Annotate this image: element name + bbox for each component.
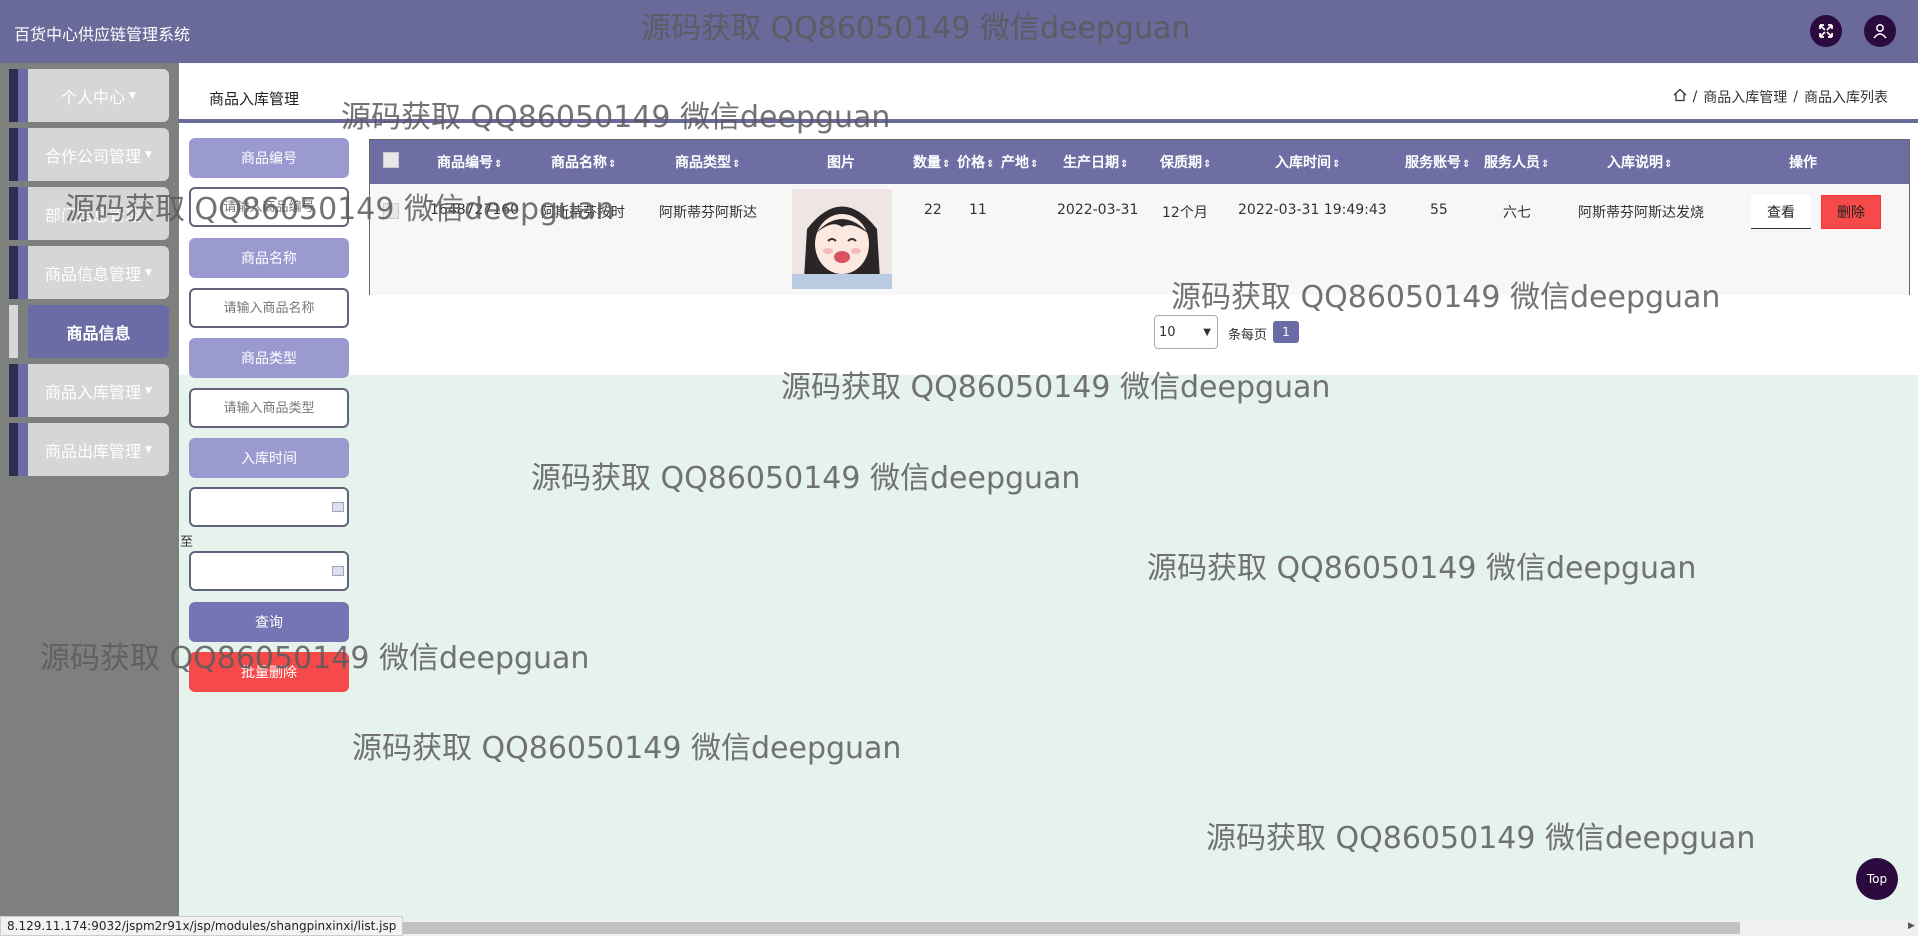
content-header: 商品入库管理 / 商品入库管理 / 商品入库列表 <box>179 63 1918 123</box>
column-header: 操作 <box>1789 155 1817 171</box>
caret-down-icon: ▼ <box>145 149 152 160</box>
scroll-right-icon[interactable]: ▶ <box>1908 921 1915 931</box>
stock-in-time-label: 入库时间 <box>189 438 349 478</box>
back-to-top-button[interactable]: Top <box>1856 858 1898 900</box>
fullscreen-icon[interactable] <box>1810 15 1842 47</box>
cell-type: 阿斯蒂芬阿斯达 <box>659 205 757 221</box>
caret-down-icon: ▼ <box>145 267 152 278</box>
sidebar-item-product-info[interactable]: 商品信息 <box>9 305 169 358</box>
product-type-input[interactable] <box>189 388 349 428</box>
watermark: 源码获取 QQ86050149 微信deepguan <box>352 731 902 766</box>
watermark: 源码获取 QQ86050149 微信deepguan <box>1147 551 1697 586</box>
sidebar-item-label: 部门信息管理 <box>45 205 142 225</box>
start-date-input[interactable] <box>189 487 349 527</box>
column-header: 图片 <box>827 155 855 171</box>
column-header[interactable]: 入库说明⇕ <box>1607 152 1672 172</box>
status-url: 8.129.11.174:9032/jspm2r91x/jsp/modules/… <box>0 916 404 936</box>
select-all-checkbox[interactable] <box>383 152 399 168</box>
watermark: 源码获取 QQ86050149 微信deepguan <box>531 461 1081 496</box>
batch-delete-button[interactable]: 批量删除 <box>189 652 349 692</box>
sidebar-item-stock-out[interactable]: 商品出库管理 ▼ <box>9 423 169 476</box>
breadcrumb-item[interactable]: 商品入库管理 <box>1703 87 1787 107</box>
cell-prod-date: 2022-03-31 <box>1057 202 1139 218</box>
column-header[interactable]: 入库时间⇕ <box>1275 152 1340 172</box>
column-header[interactable]: 数量⇕ <box>913 152 950 172</box>
cell-qty: 22 <box>924 202 942 218</box>
sidebar-item-personal-center[interactable]: 个人中心 ▼ <box>9 69 169 122</box>
cell-account: 55 <box>1430 202 1448 218</box>
product-name-input[interactable] <box>189 288 349 328</box>
column-header[interactable]: 价格⇕ <box>957 152 994 172</box>
column-header[interactable]: 商品名称⇕ <box>551 152 616 172</box>
sidebar-item-label: 商品入库管理 <box>45 382 142 402</box>
sidebar-item-label: 商品出库管理 <box>45 441 142 461</box>
sidebar-item-department[interactable]: 部门信息管理 ▼ <box>9 187 169 240</box>
row-checkbox[interactable] <box>383 203 399 219</box>
sidebar-item-label: 个人中心 <box>61 87 126 107</box>
product-name-label: 商品名称 <box>189 238 349 278</box>
table-row <box>370 184 1909 295</box>
scrollbar-thumb[interactable] <box>380 922 1740 934</box>
product-code-input[interactable] <box>189 187 349 227</box>
page-button-current[interactable]: 1 <box>1273 321 1299 343</box>
caret-down-icon: ▼ <box>145 385 152 396</box>
chevron-down-icon: ▼ <box>1203 326 1211 338</box>
cell-shelf-life: 12个月 <box>1162 205 1208 221</box>
view-button[interactable]: 查看 <box>1751 195 1811 229</box>
cell-staff: 六七 <box>1503 205 1531 221</box>
calendar-icon[interactable] <box>332 566 344 576</box>
calendar-icon[interactable] <box>332 502 344 512</box>
column-header[interactable]: 商品编号⇕ <box>437 152 502 172</box>
sidebar-item-stock-in[interactable]: 商品入库管理 ▼ <box>9 364 169 417</box>
column-header[interactable]: 服务人员⇕ <box>1484 152 1549 172</box>
sidebar-item-partner-company[interactable]: 合作公司管理 ▼ <box>9 128 169 181</box>
caret-down-icon: ▼ <box>145 444 152 455</box>
column-header[interactable]: 保质期⇕ <box>1160 152 1211 172</box>
sidebar-item-label: 商品信息管理 <box>45 264 142 284</box>
user-avatar-icon[interactable] <box>1864 15 1896 47</box>
cell-note: 阿斯蒂芬阿斯达发烧 <box>1578 205 1704 221</box>
caret-down-icon: ▼ <box>129 90 136 101</box>
product-code-label: 商品编号 <box>189 138 349 178</box>
date-range-separator: 至 <box>180 535 194 550</box>
cell-price: 11 <box>969 202 987 218</box>
cell-in-time: 2022-03-31 19:49:43 <box>1238 202 1387 218</box>
column-header[interactable]: 生产日期⇕ <box>1063 152 1128 172</box>
column-header[interactable]: 商品类型⇕ <box>675 152 740 172</box>
breadcrumb: / 商品入库管理 / 商品入库列表 <box>1673 87 1888 107</box>
watermark: 源码获取 QQ86050149 微信deepguan <box>1206 821 1756 856</box>
cell-code: 1648727160 <box>430 202 520 218</box>
page-size-select[interactable]: 10 ▼ <box>1154 315 1218 349</box>
home-icon[interactable] <box>1673 88 1687 106</box>
page-title: 商品入库管理 <box>209 90 300 108</box>
delete-button[interactable]: 删除 <box>1821 195 1881 229</box>
product-type-label: 商品类型 <box>189 338 349 378</box>
column-header[interactable]: 服务账号⇕ <box>1405 152 1470 172</box>
page-size-value: 10 <box>1159 324 1176 340</box>
sidebar-item-product-info-manage[interactable]: 商品信息管理 ▼ <box>9 246 169 299</box>
app-title: 百货中心供应链管理系统 <box>14 25 191 44</box>
per-page-label: 条每页 <box>1228 328 1268 343</box>
breadcrumb-item: 商品入库列表 <box>1804 90 1888 106</box>
end-date-input[interactable] <box>189 551 349 591</box>
cell-name: 阿斯蒂芬按时 <box>541 205 625 221</box>
sidebar-item-label: 合作公司管理 <box>45 146 142 166</box>
sidebar-item-label: 商品信息 <box>66 323 131 343</box>
query-button[interactable]: 查询 <box>189 602 349 642</box>
caret-down-icon: ▼ <box>145 208 152 219</box>
top-bar: 百货中心供应链管理系统 <box>0 0 1918 63</box>
column-header[interactable]: 产地⇕ <box>1001 152 1038 172</box>
product-image <box>792 189 892 289</box>
